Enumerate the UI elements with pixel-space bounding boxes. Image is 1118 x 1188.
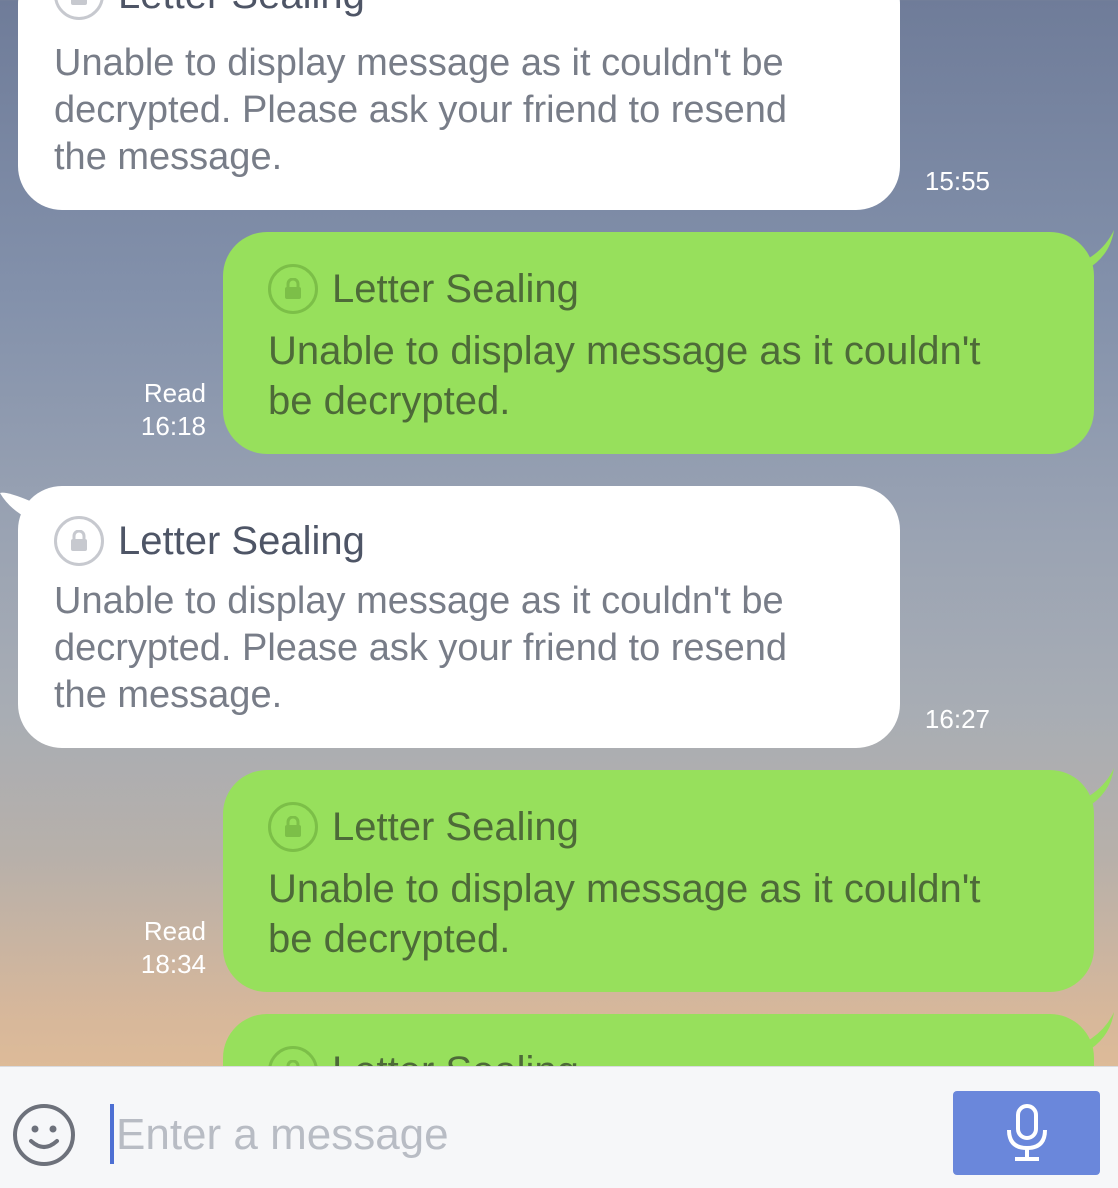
- message-line: the message.: [54, 674, 283, 716]
- text-cursor: [110, 1104, 114, 1164]
- outgoing-message[interactable]: Letter Sealing: [223, 1014, 1094, 1066]
- message-header: Letter Sealing: [54, 0, 365, 20]
- read-status: Read 18:34: [110, 915, 206, 981]
- chat-area[interactable]: Letter Sealing Unable to display message…: [0, 0, 1118, 1066]
- message-header: Letter Sealing: [54, 516, 365, 566]
- message-title: Letter Sealing: [332, 1047, 579, 1066]
- message-input[interactable]: Enter a message: [116, 1110, 449, 1160]
- message-title: Letter Sealing: [118, 519, 365, 563]
- message-line: Unable to display message as it couldn't…: [54, 42, 784, 84]
- message-line: decrypted. Please ask your friend to res…: [54, 627, 787, 669]
- message-line: be decrypted.: [268, 379, 511, 423]
- message-header: Letter Sealing: [268, 1046, 579, 1066]
- microphone-button[interactable]: [953, 1091, 1100, 1175]
- message-title: Letter Sealing: [118, 0, 365, 19]
- lock-icon: [54, 516, 104, 566]
- message-time: 15:55: [924, 166, 990, 196]
- lock-icon: [268, 1046, 318, 1066]
- message-line: Unable to display message as it couldn't…: [54, 580, 784, 622]
- smiley-icon[interactable]: [12, 1103, 76, 1167]
- message-body: Unable to display message as it couldn't…: [223, 864, 1010, 964]
- incoming-message[interactable]: Letter Sealing Unable to display message…: [18, 486, 900, 748]
- lock-icon: [268, 802, 318, 852]
- message-line: be decrypted.: [268, 917, 511, 961]
- lock-icon: [54, 0, 104, 20]
- lock-icon: [268, 264, 318, 314]
- message-time: 16:27: [924, 704, 990, 734]
- message-body: Unable to display message as it couldn't…: [18, 578, 817, 719]
- message-header: Letter Sealing: [268, 264, 579, 314]
- microphone-icon: [1006, 1104, 1047, 1161]
- message-line: the message.: [54, 136, 283, 178]
- message-line: decrypted. Please ask your friend to res…: [54, 89, 787, 131]
- message-body: Unable to display message as it couldn't…: [18, 40, 817, 181]
- message-line: Unable to display message as it couldn't: [268, 329, 981, 373]
- read-label: Read: [143, 916, 206, 946]
- message-line: Unable to display message as it couldn't: [268, 867, 981, 911]
- incoming-message[interactable]: Letter Sealing Unable to display message…: [18, 0, 900, 210]
- message-title: Letter Sealing: [332, 805, 579, 849]
- outgoing-message[interactable]: Letter Sealing Unable to display message…: [223, 232, 1094, 454]
- outgoing-message[interactable]: Letter Sealing Unable to display message…: [223, 770, 1094, 992]
- message-time: 16:18: [140, 411, 206, 441]
- message-title: Letter Sealing: [332, 267, 579, 311]
- read-label: Read: [143, 378, 206, 408]
- message-header: Letter Sealing: [268, 802, 579, 852]
- message-time: 18:34: [140, 949, 206, 979]
- read-status: Read 16:18: [110, 377, 206, 443]
- message-body: Unable to display message as it couldn't…: [223, 326, 1010, 426]
